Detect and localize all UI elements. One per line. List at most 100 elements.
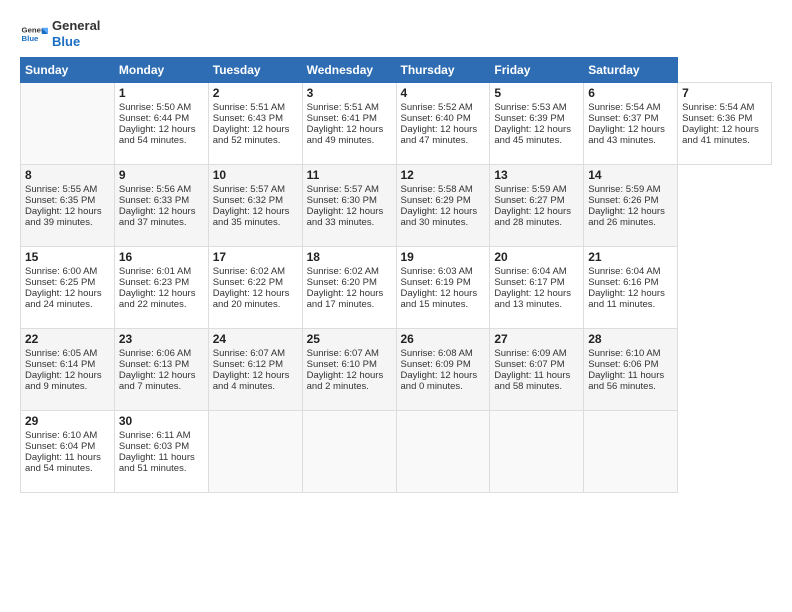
calendar-cell: 25Sunrise: 6:07 AMSunset: 6:10 PMDayligh…	[302, 329, 396, 411]
calendar-cell	[584, 411, 678, 493]
day-number: 25	[307, 332, 392, 346]
daylight-label: Daylight: 11 hours and 54 minutes.	[25, 452, 101, 474]
day-number: 30	[119, 414, 204, 428]
day-number: 2	[213, 86, 298, 100]
day-number: 19	[401, 250, 486, 264]
calendar-cell	[396, 411, 490, 493]
calendar-cell: 28Sunrise: 6:10 AMSunset: 6:06 PMDayligh…	[584, 329, 678, 411]
sunset-text: Sunset: 6:32 PM	[213, 195, 283, 206]
day-number: 3	[307, 86, 392, 100]
sunset-text: Sunset: 6:03 PM	[119, 441, 189, 452]
sunrise-text: Sunrise: 6:00 AM	[25, 266, 97, 277]
daylight-label: Daylight: 12 hours and 0 minutes.	[401, 370, 478, 392]
day-number: 13	[494, 168, 579, 182]
daylight-label: Daylight: 12 hours and 26 minutes.	[588, 206, 665, 228]
daylight-label: Daylight: 12 hours and 35 minutes.	[213, 206, 290, 228]
header: General Blue General Blue	[20, 18, 772, 49]
logo-icon: General Blue	[20, 20, 48, 48]
day-number: 28	[588, 332, 673, 346]
day-number: 14	[588, 168, 673, 182]
calendar-week-row: 29Sunrise: 6:10 AMSunset: 6:04 PMDayligh…	[21, 411, 772, 493]
sunset-text: Sunset: 6:43 PM	[213, 113, 283, 124]
day-number: 9	[119, 168, 204, 182]
daylight-label: Daylight: 12 hours and 30 minutes.	[401, 206, 478, 228]
daylight-label: Daylight: 12 hours and 52 minutes.	[213, 124, 290, 146]
calendar-cell: 17Sunrise: 6:02 AMSunset: 6:22 PMDayligh…	[208, 247, 302, 329]
day-number: 11	[307, 168, 392, 182]
daylight-label: Daylight: 12 hours and 28 minutes.	[494, 206, 571, 228]
day-number: 6	[588, 86, 673, 100]
daylight-label: Daylight: 11 hours and 58 minutes.	[494, 370, 570, 392]
calendar-cell: 8Sunrise: 5:55 AMSunset: 6:35 PMDaylight…	[21, 165, 115, 247]
sunrise-text: Sunrise: 5:51 AM	[213, 102, 285, 113]
header-cell-tuesday: Tuesday	[208, 58, 302, 83]
sunset-text: Sunset: 6:36 PM	[682, 113, 752, 124]
calendar-cell: 16Sunrise: 6:01 AMSunset: 6:23 PMDayligh…	[114, 247, 208, 329]
day-number: 7	[682, 86, 767, 100]
header-cell-monday: Monday	[114, 58, 208, 83]
calendar-cell: 14Sunrise: 5:59 AMSunset: 6:26 PMDayligh…	[584, 165, 678, 247]
day-number: 4	[401, 86, 486, 100]
calendar-cell: 30Sunrise: 6:11 AMSunset: 6:03 PMDayligh…	[114, 411, 208, 493]
sunrise-text: Sunrise: 5:50 AM	[119, 102, 191, 113]
calendar-week-row: 8Sunrise: 5:55 AMSunset: 6:35 PMDaylight…	[21, 165, 772, 247]
sunset-text: Sunset: 6:20 PM	[307, 277, 377, 288]
calendar-cell: 22Sunrise: 6:05 AMSunset: 6:14 PMDayligh…	[21, 329, 115, 411]
sunset-text: Sunset: 6:14 PM	[25, 359, 95, 370]
daylight-label: Daylight: 12 hours and 49 minutes.	[307, 124, 384, 146]
sunrise-text: Sunrise: 6:09 AM	[494, 348, 566, 359]
daylight-label: Daylight: 12 hours and 11 minutes.	[588, 288, 665, 310]
calendar-cell: 9Sunrise: 5:56 AMSunset: 6:33 PMDaylight…	[114, 165, 208, 247]
daylight-label: Daylight: 11 hours and 51 minutes.	[119, 452, 195, 474]
calendar-cell	[490, 411, 584, 493]
daylight-label: Daylight: 12 hours and 33 minutes.	[307, 206, 384, 228]
sunrise-text: Sunrise: 5:51 AM	[307, 102, 379, 113]
calendar-cell: 6Sunrise: 5:54 AMSunset: 6:37 PMDaylight…	[584, 83, 678, 165]
sunset-text: Sunset: 6:40 PM	[401, 113, 471, 124]
day-number: 26	[401, 332, 486, 346]
calendar-cell: 3 Sunrise: 5:51 AMSunset: 6:41 PMDaylight…	[302, 83, 396, 165]
sunset-text: Sunset: 6:27 PM	[494, 195, 564, 206]
daylight-label: Daylight: 12 hours and 43 minutes.	[588, 124, 665, 146]
daylight-label: Daylight: 12 hours and 22 minutes.	[119, 288, 196, 310]
calendar-cell: 11Sunrise: 5:57 AMSunset: 6:30 PMDayligh…	[302, 165, 396, 247]
day-number: 17	[213, 250, 298, 264]
sunset-text: Sunset: 6:19 PM	[401, 277, 471, 288]
sunset-text: Sunset: 6:33 PM	[119, 195, 189, 206]
calendar-cell: 18Sunrise: 6:02 AMSunset: 6:20 PMDayligh…	[302, 247, 396, 329]
calendar-cell-empty	[21, 83, 115, 165]
day-number: 5	[494, 86, 579, 100]
sunset-text: Sunset: 6:41 PM	[307, 113, 377, 124]
calendar-week-row: 15Sunrise: 6:00 AMSunset: 6:25 PMDayligh…	[21, 247, 772, 329]
sunrise-text: Sunrise: 5:53 AM	[494, 102, 566, 113]
calendar-cell: 12Sunrise: 5:58 AMSunset: 6:29 PMDayligh…	[396, 165, 490, 247]
calendar-cell: 21Sunrise: 6:04 AMSunset: 6:16 PMDayligh…	[584, 247, 678, 329]
calendar-body: 1Sunrise: 5:50 AMSunset: 6:44 PMDaylight…	[21, 83, 772, 493]
sunrise-text: Sunrise: 6:04 AM	[494, 266, 566, 277]
sunset-text: Sunset: 6:10 PM	[307, 359, 377, 370]
sunrise-text: Sunrise: 5:57 AM	[307, 184, 379, 195]
daylight-label: Daylight: 12 hours and 41 minutes.	[682, 124, 759, 146]
day-number: 12	[401, 168, 486, 182]
sunset-text: Sunset: 6:04 PM	[25, 441, 95, 452]
daylight-label: Daylight: 12 hours and 39 minutes.	[25, 206, 102, 228]
calendar-cell: 20Sunrise: 6:04 AMSunset: 6:17 PMDayligh…	[490, 247, 584, 329]
day-number: 29	[25, 414, 110, 428]
daylight-label: Daylight: 12 hours and 24 minutes.	[25, 288, 102, 310]
daylight-label: Daylight: 12 hours and 13 minutes.	[494, 288, 571, 310]
sunrise-text: Sunrise: 5:59 AM	[588, 184, 660, 195]
logo: General Blue General Blue	[20, 18, 100, 49]
daylight-label: Daylight: 12 hours and 37 minutes.	[119, 206, 196, 228]
sunrise-text: Sunrise: 5:57 AM	[213, 184, 285, 195]
sunset-text: Sunset: 6:25 PM	[25, 277, 95, 288]
sunrise-text: Sunrise: 6:08 AM	[401, 348, 473, 359]
sunrise-text: Sunrise: 5:52 AM	[401, 102, 473, 113]
logo-text: General Blue	[52, 18, 100, 49]
calendar-cell: 13Sunrise: 5:59 AMSunset: 6:27 PMDayligh…	[490, 165, 584, 247]
daylight-label: Daylight: 12 hours and 45 minutes.	[494, 124, 571, 146]
day-number: 20	[494, 250, 579, 264]
sunrise-text: Sunrise: 6:01 AM	[119, 266, 191, 277]
calendar-cell: 23Sunrise: 6:06 AMSunset: 6:13 PMDayligh…	[114, 329, 208, 411]
daylight-label: Daylight: 12 hours and 47 minutes.	[401, 124, 478, 146]
day-number: 15	[25, 250, 110, 264]
